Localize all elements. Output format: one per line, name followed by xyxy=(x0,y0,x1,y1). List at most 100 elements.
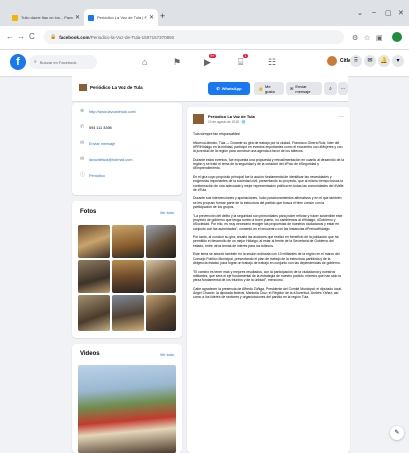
page-more-button[interactable]: ··· xyxy=(338,82,348,95)
home-icon[interactable]: ⌂ xyxy=(142,57,147,67)
photo-thumbnail[interactable] xyxy=(146,260,176,293)
post-more-icon[interactable]: ··· xyxy=(338,114,344,120)
photo-thumbnail[interactable] xyxy=(78,225,110,258)
post-paragraph: "El camino es tener más y mejores result… xyxy=(193,269,341,283)
like-button[interactable]: 👍 Me gusta xyxy=(254,82,284,95)
user-avatar xyxy=(327,56,337,66)
new-message-button[interactable]: ✎ xyxy=(390,426,404,440)
facebook-logo[interactable]: f xyxy=(10,54,26,70)
website-link[interactable]: ⊕ http://www.lavozdetula.com/ xyxy=(80,109,136,114)
search-icon: ⌕ xyxy=(34,59,37,65)
menu-grid-icon[interactable]: ⠿ xyxy=(350,55,362,67)
post-paragraph: #NuevoLiderato, Tula — Durante su gira d… xyxy=(193,140,343,154)
whatsapp-label: WhatsApp xyxy=(221,86,242,91)
photos-see-all-link[interactable]: Ver todo xyxy=(160,211,174,215)
page-search-button[interactable]: ⌕ xyxy=(324,82,337,95)
category-link[interactable]: ⓘ Periódico xyxy=(80,173,105,178)
post-paragraph: Cabe agradecer la presencia de Alfredo Z… xyxy=(193,286,342,300)
send-message-text: Enviar mensaje xyxy=(89,141,116,146)
post-paragraph: Tula siempre tan responsables! xyxy=(193,132,241,136)
close-window-button[interactable]: ✕ xyxy=(398,9,404,17)
messenger-icon: ✉ xyxy=(80,140,85,146)
account-menu-icon[interactable]: ▾ xyxy=(392,55,404,67)
page-avatar xyxy=(79,84,87,91)
post-header: Periódico La Voz de Tula 10 de agosto de… xyxy=(193,114,255,124)
post-paragraph: Durante sus intervenciones y aportacione… xyxy=(193,196,342,210)
email-icon: ✉ xyxy=(80,156,85,162)
new-tab-button[interactable]: + xyxy=(160,11,165,21)
videos-title: Videos xyxy=(80,351,100,357)
page-info-card: ⊕ http://www.lavozdetula.com/ ✆ 594 111 … xyxy=(72,103,182,195)
profile-avatar[interactable] xyxy=(392,32,402,42)
post-paragraph: En el gira cuyo propósito principal fue … xyxy=(193,174,344,192)
video-thumbnail[interactable] xyxy=(78,365,176,453)
facebook-search-input[interactable]: ⌕ Buscar en Facebook xyxy=(29,55,97,69)
post-author[interactable]: Periódico La Voz de Tula xyxy=(208,114,255,119)
photo-thumbnail[interactable] xyxy=(112,260,144,293)
post-paragraph: Por tanto, al concluir su gira, resaltó … xyxy=(193,235,339,248)
lock-icon: 🔒 xyxy=(50,34,57,40)
videos-see-all-link[interactable]: Ver todo xyxy=(160,353,174,357)
photos-card: Fotos Ver todo xyxy=(72,201,182,338)
facebook-favicon-icon xyxy=(88,14,94,21)
restore-button[interactable]: ▢ xyxy=(385,9,392,17)
website-text: http://www.lavozdetula.com/ xyxy=(89,109,137,114)
close-tab-icon[interactable]: ✕ xyxy=(75,14,80,21)
photo-thumbnail[interactable] xyxy=(78,295,110,331)
page-subheader: Periódico La Voz de Tula ✆ WhatsApp 👍 Me… xyxy=(72,76,348,102)
reload-button[interactable]: C xyxy=(29,32,35,41)
post-paragraph: Durante estos eventos, fue expuesta una … xyxy=(193,157,344,171)
browser-tab-strip: Tulio dame flas on los... Para ✕ Periódi… xyxy=(0,0,409,26)
tab-search-icon[interactable]: ⌄ xyxy=(357,9,363,17)
watch-icon[interactable]: ▶ 9+ xyxy=(204,54,216,68)
email-link[interactable]: ✉ lavozdetula@hotmail.com xyxy=(80,157,133,162)
url-bar[interactable]: 🔒 facebook.com /Periodico-la-Voz-de-Tula… xyxy=(44,30,344,44)
bookmark-star-icon[interactable]: ☆ xyxy=(364,34,370,42)
like-icon: 👍 xyxy=(258,86,263,91)
send-message-button[interactable]: ✉ Enviar mensaje xyxy=(286,82,322,95)
tab-favicon-icon xyxy=(12,14,18,21)
forward-button[interactable]: → xyxy=(17,32,25,41)
marketplace-badge: 1 xyxy=(243,54,248,58)
post-body: Tula siempre tan responsables! #NuevoLid… xyxy=(193,132,344,304)
photo-thumbnail[interactable] xyxy=(112,225,144,258)
page-name[interactable]: Periódico La Voz de Tula xyxy=(79,84,143,91)
email-text: lavozdetula@hotmail.com xyxy=(89,157,133,162)
phone-icon: ✆ xyxy=(80,124,85,130)
watch-badge: 9+ xyxy=(209,54,216,58)
url-path: /Periodico-la-Voz-de-Tula-1597157370892 xyxy=(89,34,175,40)
photo-thumbnail[interactable] xyxy=(78,260,110,293)
post-date[interactable]: 10 de agosto de 2018 · 🌐 xyxy=(208,120,255,124)
videos-card: Videos Ver todo xyxy=(72,344,182,453)
browser-tab-inactive[interactable]: Tulio dame flas on los... Para ✕ xyxy=(8,9,84,26)
groups-icon[interactable]: ☷ xyxy=(268,57,276,68)
photo-thumbnail[interactable] xyxy=(146,225,176,258)
marketplace-icon[interactable]: ⌸ 1 xyxy=(238,54,248,68)
send-message-link[interactable]: ✉ Enviar mensaje xyxy=(80,141,115,146)
post-author-avatar[interactable] xyxy=(193,114,204,124)
globe-icon: ⊕ xyxy=(80,108,85,114)
photos-title: Fotos xyxy=(80,209,97,215)
back-button[interactable]: ← xyxy=(6,32,14,41)
category-text: Periódico xyxy=(89,173,105,178)
search-placeholder: Buscar en Facebook xyxy=(39,59,77,65)
info-icon: ⓘ xyxy=(80,172,86,178)
translate-icon[interactable]: ⚙ xyxy=(352,34,358,42)
minimize-button[interactable]: – xyxy=(372,9,376,16)
phone-text: 594 111 3398 xyxy=(89,125,112,130)
extensions-icon[interactable]: ▣ xyxy=(376,34,383,42)
photo-thumbnail[interactable] xyxy=(112,295,144,331)
address-toolbar: ← → C 🔒 facebook.com /Periodico-la-Voz-d… xyxy=(0,26,409,50)
post-card: Periódico La Voz de Tula 10 de agosto de… xyxy=(187,107,350,453)
notifications-icon[interactable]: 🔔 xyxy=(378,55,390,67)
whatsapp-button[interactable]: ✆ WhatsApp xyxy=(208,82,250,95)
post-paragraph: Este tema se abordó también en la sesión… xyxy=(193,252,341,265)
post-paragraph: "La prevención del delito y la seguridad… xyxy=(193,213,343,231)
pages-icon[interactable]: ⚑ xyxy=(173,57,181,68)
close-tab-icon[interactable]: ✕ xyxy=(149,14,154,21)
page-name-label: Periódico La Voz de Tula xyxy=(90,85,143,90)
messenger-icon[interactable]: ✉ xyxy=(364,55,376,67)
browser-tab-active[interactable]: Periódico La Voz de Tula | Faceb ✕ xyxy=(84,9,158,26)
photo-thumbnail[interactable] xyxy=(146,295,176,331)
url-host: facebook.com xyxy=(59,34,90,40)
